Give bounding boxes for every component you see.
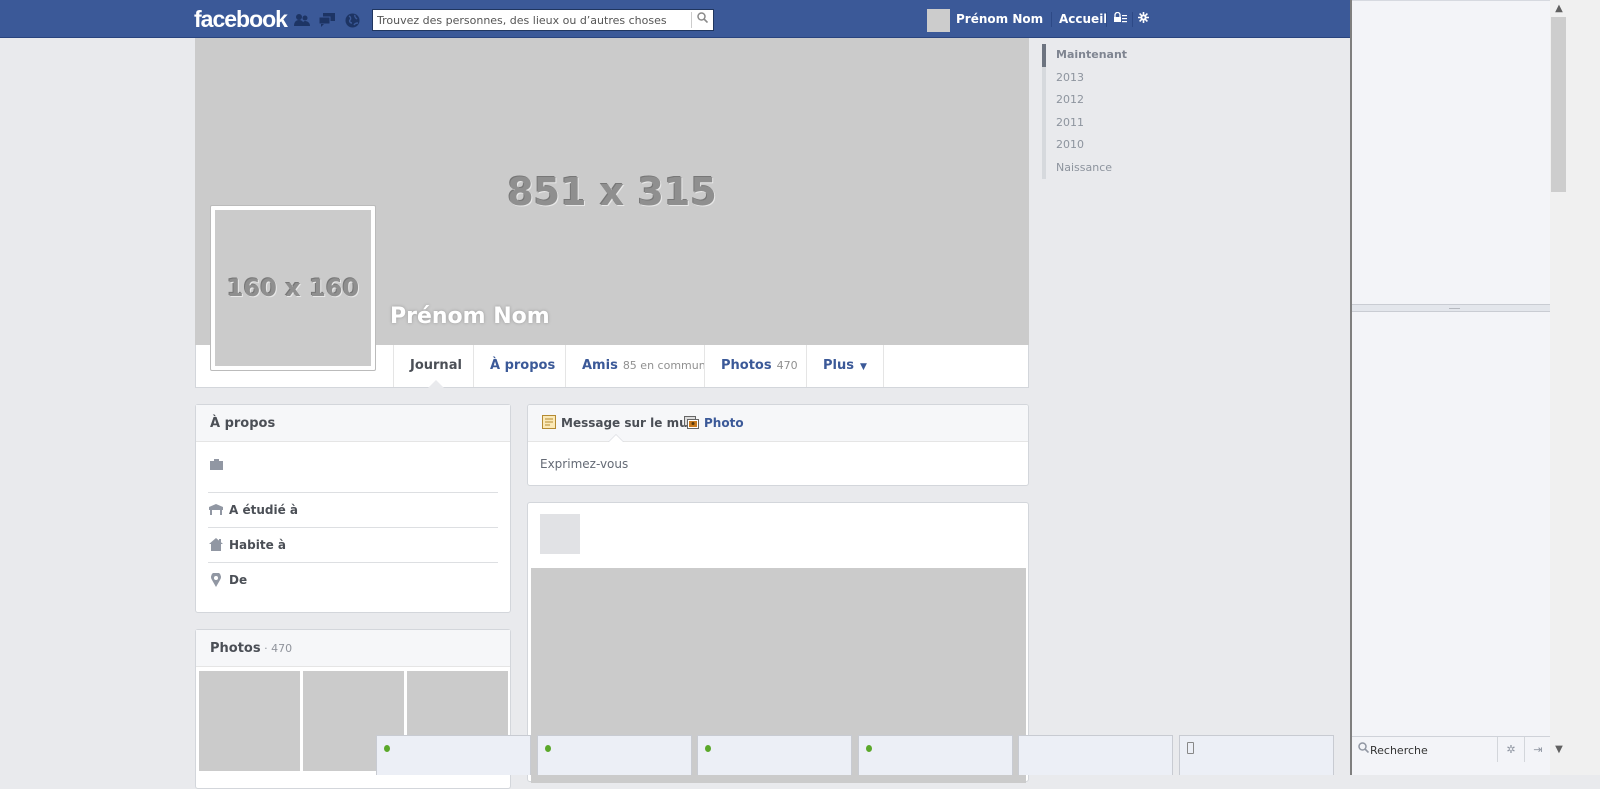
chat-tab[interactable]	[697, 735, 852, 775]
school-icon	[208, 493, 224, 528]
photos-count: 470	[271, 642, 293, 655]
online-status-icon	[545, 745, 551, 752]
about-box: À propos A étudié à Habite à De	[195, 404, 511, 613]
briefcase-icon	[210, 455, 223, 474]
online-status-icon	[705, 745, 711, 752]
about-row-lives[interactable]: Habite à	[208, 527, 498, 562]
location-pin-icon	[208, 563, 224, 600]
house-icon	[208, 528, 224, 564]
tab-label: Journal	[410, 358, 462, 373]
search-box	[372, 9, 714, 31]
user-name-link[interactable]: Prénom Nom	[956, 12, 1043, 26]
scrollbar-thumb[interactable]	[1551, 17, 1566, 192]
online-status-icon	[384, 745, 390, 752]
timeline-item-2013[interactable]: 2013	[1042, 66, 1127, 89]
tab-label: À propos	[490, 358, 556, 373]
privacy-shortcuts-icon[interactable]	[1113, 11, 1127, 26]
tab-label: Photo	[704, 416, 744, 430]
divider	[1051, 12, 1052, 27]
gear-icon[interactable]	[1138, 12, 1149, 26]
divider	[1106, 12, 1107, 27]
messages-icon[interactable]	[318, 13, 335, 27]
composer-box: Message sur le mur Photo	[527, 404, 1029, 486]
photos-title: Photos	[210, 641, 261, 656]
gear-icon[interactable]: ✲	[1497, 737, 1524, 762]
chat-tab[interactable]	[1018, 735, 1173, 775]
tab-friends[interactable]: Amis 85 en commun	[565, 345, 722, 387]
notifications-globe-icon[interactable]	[344, 13, 360, 28]
mutual-friends-count: 85 en commun	[622, 359, 706, 372]
friend-requests-icon[interactable]	[294, 13, 310, 27]
scroll-up-icon[interactable]: ▲	[1550, 3, 1568, 14]
timeline-item-birth[interactable]: Naissance	[1042, 156, 1127, 179]
chat-tab[interactable]	[858, 735, 1013, 775]
active-tab-indicator	[608, 434, 624, 442]
timeline-item-2012[interactable]: 2012	[1042, 89, 1127, 112]
page-scrollbar[interactable]: ▲ ▼	[1550, 0, 1568, 775]
tab-label: Plus	[823, 358, 854, 373]
photos-separator: ·	[260, 642, 272, 655]
search-icon	[1358, 742, 1370, 756]
about-row-studied[interactable]: A étudié à	[208, 492, 498, 527]
timeline-item-2010[interactable]: 2010	[1042, 134, 1127, 157]
user-avatar[interactable]	[927, 9, 950, 32]
home-link[interactable]: Accueil	[1059, 12, 1107, 26]
about-row-from[interactable]: De	[208, 562, 498, 597]
right-sidebar: ✲ ⇥	[1350, 0, 1552, 775]
search-input[interactable]	[373, 10, 691, 30]
about-label: Habite à	[229, 538, 286, 552]
tab-about[interactable]: À propos	[473, 345, 571, 387]
tab-photo[interactable]: Photo	[684, 405, 744, 442]
timeline-item-now[interactable]: Maintenant	[1042, 44, 1127, 67]
story-author-avatar[interactable]	[540, 514, 580, 554]
popout-icon[interactable]: ⇥	[1524, 737, 1551, 762]
tab-label: Photos	[721, 358, 772, 373]
ticker-panel	[1352, 0, 1552, 307]
facebook-logo[interactable]: facebook	[194, 6, 288, 33]
about-label: De	[229, 573, 248, 587]
tab-label: Message sur le mur	[561, 416, 694, 430]
chat-list-panel	[1352, 312, 1552, 736]
tab-more[interactable]: Plus ▼	[806, 345, 884, 387]
divider	[1132, 12, 1133, 27]
online-status-icon	[866, 745, 872, 752]
mobile-icon	[1187, 742, 1194, 754]
note-icon	[542, 415, 556, 429]
search-button[interactable]	[691, 12, 713, 28]
timeline-item-2011[interactable]: 2011	[1042, 111, 1127, 134]
profile-picture-placeholder: 160 x 160	[215, 210, 371, 366]
sidebar-search: ✲ ⇥	[1352, 736, 1552, 775]
scroll-down-icon[interactable]: ▼	[1550, 744, 1568, 755]
sidebar-resize-handle[interactable]	[1352, 304, 1552, 312]
chat-tab[interactable]	[537, 735, 692, 775]
top-bar: facebook Prénom Nom Accueil	[0, 0, 1350, 38]
window-edge	[1568, 0, 1600, 775]
chevron-down-icon: ▼	[859, 362, 867, 372]
timeline-nav: Maintenant 2013 2012 2011 2010 Naissance	[1042, 44, 1127, 179]
sidebar-search-input[interactable]	[1370, 742, 1500, 758]
chat-tab[interactable]	[376, 735, 531, 775]
tab-journal[interactable]: Journal	[393, 345, 478, 388]
chat-tab[interactable]	[1179, 735, 1334, 775]
active-tab-indicator	[427, 380, 444, 388]
photos-count: 470	[776, 359, 798, 372]
profile-name[interactable]: Prénom Nom	[390, 304, 550, 329]
about-label: A étudié à	[229, 503, 298, 517]
photo-thumbnail[interactable]	[199, 671, 300, 771]
photos-header[interactable]: Photos · 470	[196, 630, 510, 667]
tab-label: Amis	[582, 358, 618, 373]
status-input[interactable]	[540, 457, 1010, 471]
search-icon	[697, 12, 709, 24]
profile-picture[interactable]: 160 x 160	[210, 205, 376, 371]
photo-icon	[684, 416, 699, 429]
about-title[interactable]: À propos	[196, 405, 510, 442]
tab-photos[interactable]: Photos 470	[704, 345, 814, 387]
